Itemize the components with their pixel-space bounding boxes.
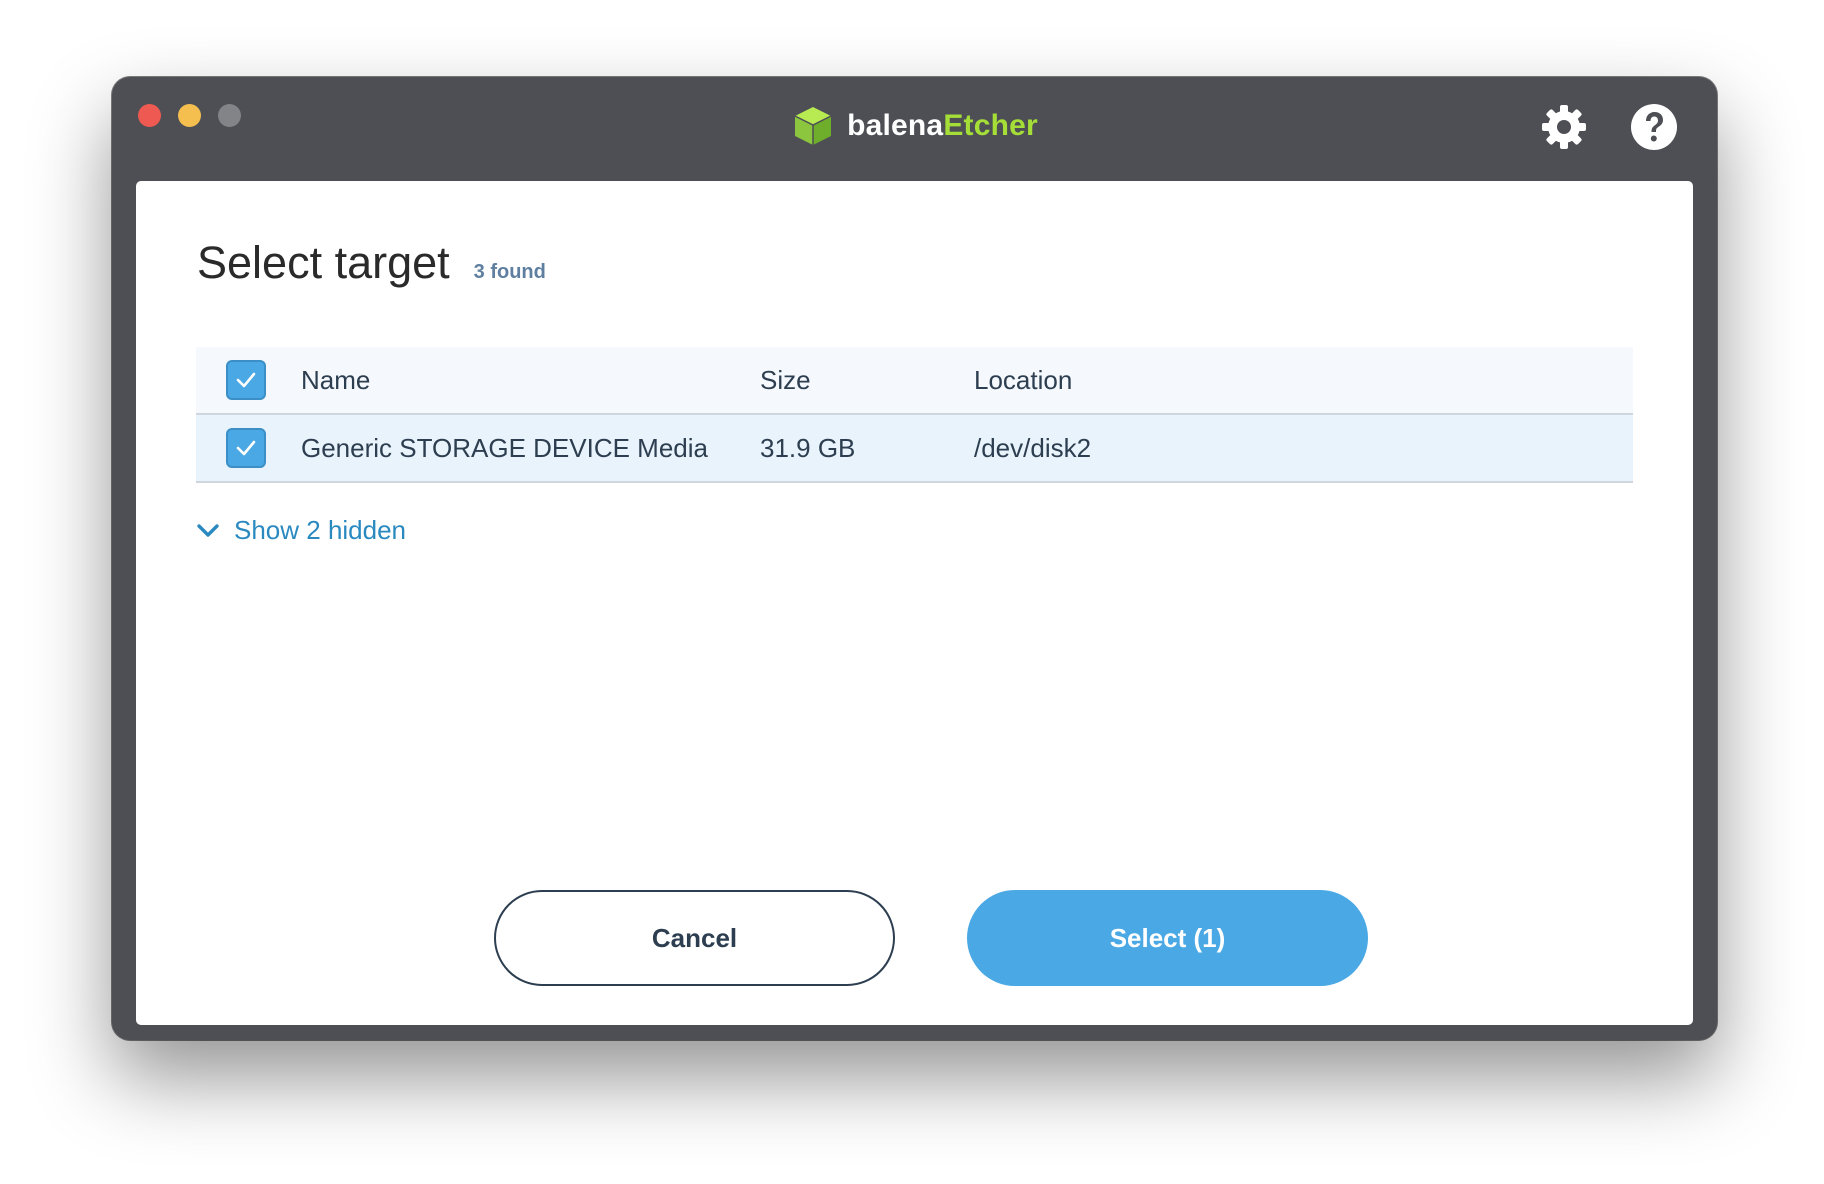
help-icon[interactable] — [1629, 102, 1679, 152]
found-count: 3 found — [473, 261, 546, 283]
checkmark-icon — [236, 372, 256, 388]
table-row[interactable]: Generic STORAGE DEVICE Media 31.9 GB /de… — [196, 415, 1633, 483]
select-all-checkbox[interactable] — [226, 360, 266, 400]
app-name: balenaEtcher — [847, 109, 1038, 142]
cube-logo-icon — [794, 107, 832, 145]
select-button[interactable]: Select (1) — [967, 890, 1368, 986]
drive-location: /dev/disk2 — [974, 432, 1092, 463]
app-window: balenaEtcher Select target 3 found Name … — [112, 77, 1717, 1040]
select-target-dialog: Select target 3 found Name Size Location — [136, 181, 1693, 1025]
header-actions — [1539, 102, 1679, 152]
drive-name: Generic STORAGE DEVICE Media — [301, 432, 708, 463]
cancel-button[interactable]: Cancel — [494, 890, 895, 986]
gear-icon[interactable] — [1539, 102, 1589, 152]
column-header-name[interactable]: Name — [301, 365, 760, 396]
column-header-size[interactable]: Size — [760, 365, 974, 396]
show-hidden-toggle[interactable]: Show 2 hidden — [196, 515, 406, 546]
chevron-down-icon — [197, 523, 219, 537]
table-header: Name Size Location — [196, 347, 1633, 415]
drive-size: 31.9 GB — [760, 432, 856, 463]
dialog-title: Select target — [197, 237, 450, 288]
app-logo: balenaEtcher — [112, 104, 1717, 148]
row-checkbox[interactable] — [226, 428, 266, 468]
drive-table: Name Size Location Generic STORAGE DEVIC… — [196, 347, 1633, 483]
checkmark-icon — [236, 440, 256, 456]
dialog-header: Select target 3 found — [197, 237, 546, 289]
show-hidden-label: Show 2 hidden — [234, 515, 407, 545]
column-header-location[interactable]: Location — [974, 365, 1633, 396]
